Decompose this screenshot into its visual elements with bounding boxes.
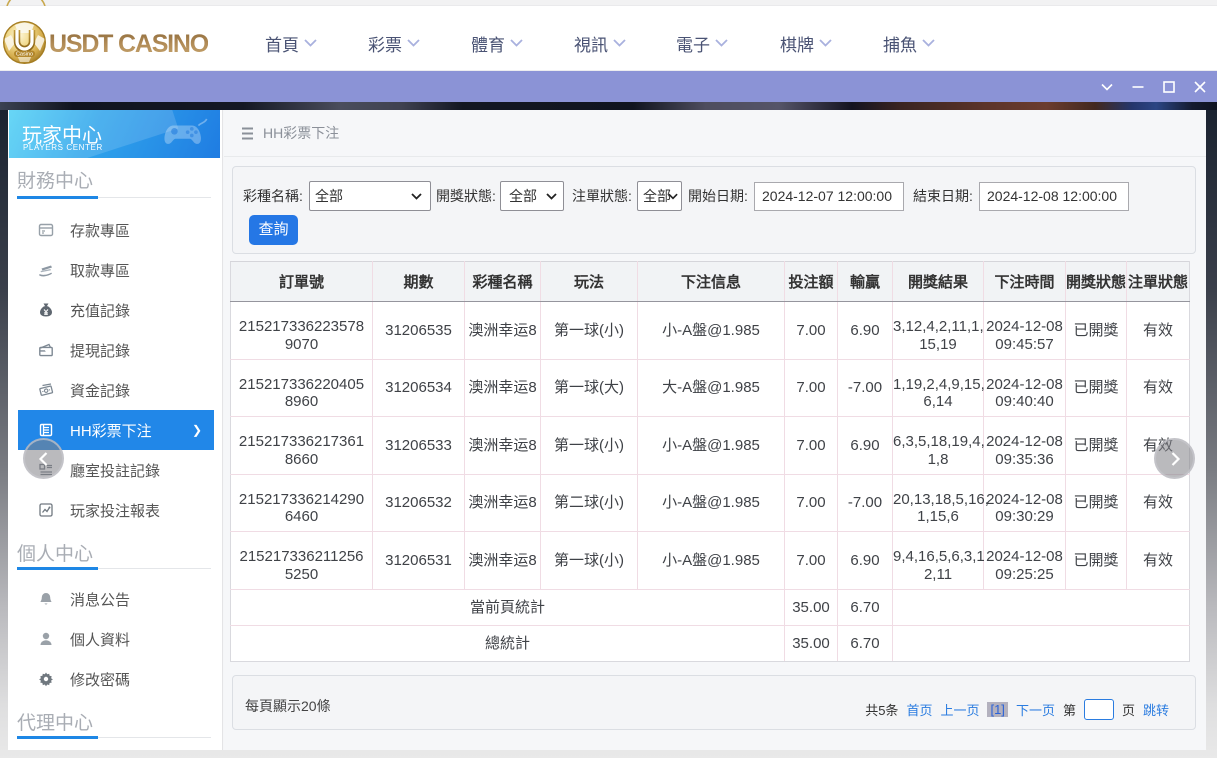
svg-text:Casino: Casino	[16, 52, 33, 58]
